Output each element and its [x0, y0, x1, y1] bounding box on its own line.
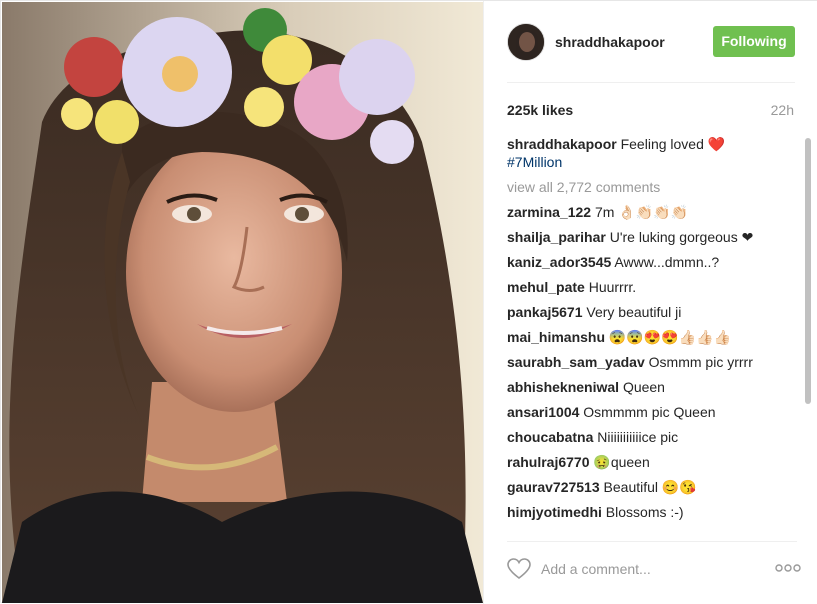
comment-author[interactable]: mai_himanshu [507, 329, 605, 345]
comment-text: 7m 👌🏻👏🏻👏🏻👏🏻 [594, 204, 689, 220]
comment-row: ansari1004 Osmmmm pic Queen [507, 403, 797, 428]
comment-row: pankaj5671 Very beautiful ji [507, 303, 797, 328]
caption: shraddhakapoor Feeling loved ❤️ #7Millio… [507, 135, 797, 171]
comment-text: 🤢queen [593, 454, 650, 470]
comment-text: Queen [622, 379, 665, 395]
selfie-image [2, 2, 483, 603]
caption-author[interactable]: shraddhakapoor [507, 136, 617, 152]
comment-text: Beautiful 😊😘 [603, 479, 697, 495]
comment-row: shailja_parihar U're luking gorgeous ❤ [507, 228, 797, 253]
heart-emoji: ❤️ [707, 136, 726, 152]
view-all-comments-link[interactable]: view all 2,772 comments [507, 178, 797, 196]
comment-author[interactable]: choucabatna [507, 429, 593, 445]
post-photo[interactable] [2, 2, 483, 603]
hashtag-link[interactable]: #7Million [507, 154, 562, 170]
comment-row: choucabatna Niiiiiiiiiiice pic [507, 428, 797, 453]
comments-scrollbar[interactable] [805, 138, 811, 404]
heart-outline-icon[interactable] [507, 558, 531, 580]
comment-author[interactable]: ansari1004 [507, 404, 579, 420]
comment-text: 😨😨😍😍👍🏻👍🏻👍🏻 [608, 329, 731, 345]
comment-text: Huurrrr. [588, 279, 637, 295]
comment-text: Osmmm pic yrrrr [648, 354, 753, 370]
comment-row: kaniz_ador3545 Awww...dmmn..? [507, 253, 797, 278]
comment-author[interactable]: pankaj5671 [507, 304, 583, 320]
comment-input[interactable] [541, 556, 751, 582]
comment-row: abhishekneniwal Queen [507, 378, 797, 403]
post-footer [507, 541, 801, 597]
post-frame: shraddhakapoor Following 225k likes 22h … [0, 0, 817, 604]
comment-text: Very beautiful ji [586, 304, 682, 320]
comment-author[interactable]: himjyotimedhi [507, 504, 602, 520]
comment-author[interactable]: abhishekneniwal [507, 379, 619, 395]
comment-row: rahulraj6770 🤢queen [507, 453, 797, 478]
comment-author[interactable]: mehul_pate [507, 279, 585, 295]
comment-author[interactable]: kaniz_ador3545 [507, 254, 611, 270]
post-header: shraddhakapoor Following [507, 21, 795, 83]
avatar[interactable] [507, 23, 545, 61]
comment-row: zarmina_122 7m 👌🏻👏🏻👏🏻👏🏻 [507, 203, 797, 228]
username-link[interactable]: shraddhakapoor [555, 34, 665, 50]
caption-text: Feeling loved [620, 136, 704, 152]
comment-author[interactable]: rahulraj6770 [507, 454, 590, 470]
comment-row: saurabh_sam_yadav Osmmm pic yrrrr [507, 353, 797, 378]
post-timestamp[interactable]: 22h [771, 102, 794, 118]
post-details-panel: shraddhakapoor Following 225k likes 22h … [483, 1, 817, 604]
comment-row: mai_himanshu 😨😨😍😍👍🏻👍🏻👍🏻 [507, 328, 797, 353]
ellipsis-icon[interactable] [775, 563, 801, 573]
comment-row: himjyotimedhi Blossoms :-) [507, 503, 797, 528]
comment-text: Blossoms :-) [605, 504, 684, 520]
avatar-image [508, 24, 544, 60]
comment-author[interactable]: saurabh_sam_yadav [507, 354, 645, 370]
comments-list: shraddhakapoor Feeling loved ❤️ #7Millio… [507, 135, 797, 533]
comment-text: Osmmmm pic Queen [583, 404, 716, 420]
comment-text: Niiiiiiiiiiice pic [597, 429, 679, 445]
comment-author[interactable]: gaurav727513 [507, 479, 600, 495]
comment-author[interactable]: shailja_parihar [507, 229, 606, 245]
comment-text: Awww...dmmn..? [614, 254, 720, 270]
comment-row: gaurav727513 Beautiful 😊😘 [507, 478, 797, 503]
comment-row: mehul_pate Huurrrr. [507, 278, 797, 303]
comment-author[interactable]: zarmina_122 [507, 204, 591, 220]
following-button[interactable]: Following [713, 26, 795, 57]
comment-text: U're luking gorgeous ❤ [609, 229, 754, 245]
likes-count[interactable]: 225k likes [507, 102, 573, 118]
